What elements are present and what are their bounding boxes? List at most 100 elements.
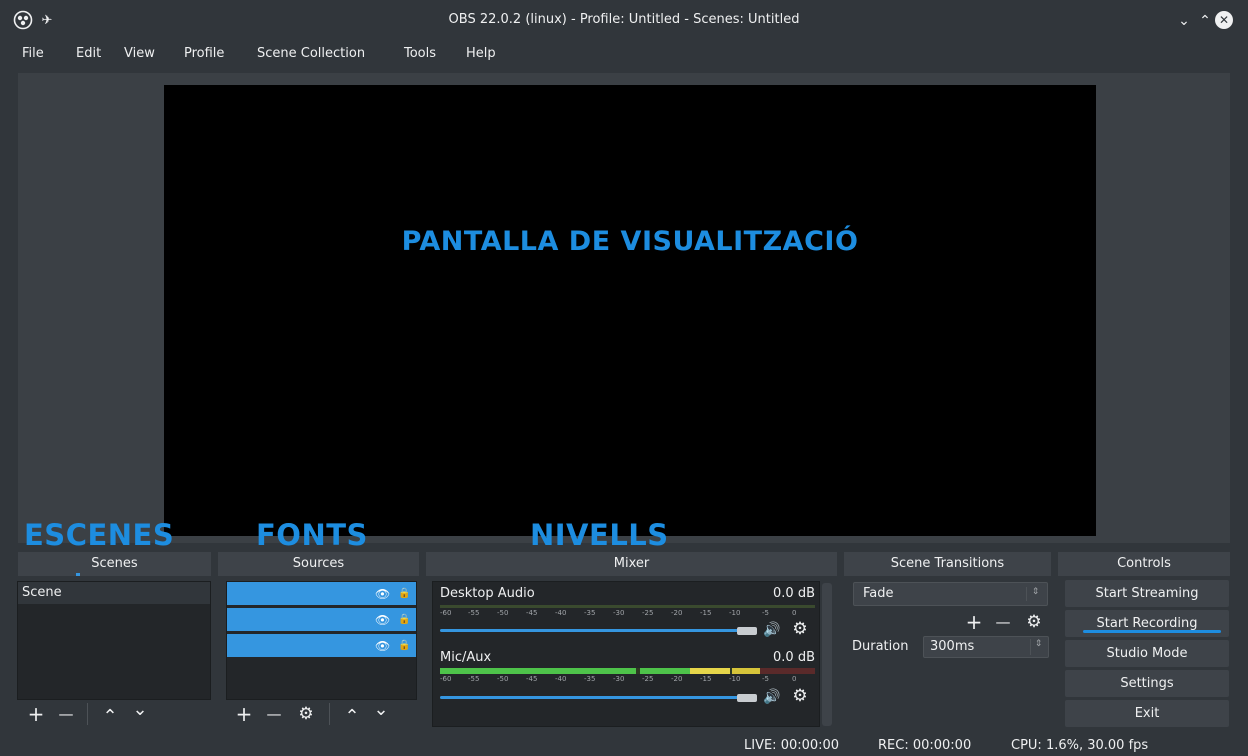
mixer-channel-name: Desktop Audio <box>440 586 535 601</box>
lock-icon[interactable]: 🔒 <box>398 582 410 606</box>
visibility-eye-icon[interactable]: 👁 <box>375 582 390 606</box>
settings-button[interactable]: Settings <box>1065 670 1229 697</box>
menu-tools[interactable]: Tools <box>402 40 438 68</box>
menu-edit[interactable]: Edit <box>74 40 103 68</box>
menu-help[interactable]: Help <box>464 40 498 68</box>
dock-title-controls: Controls <box>1117 556 1171 571</box>
chevron-down-icon[interactable]: ⌄ <box>1173 10 1195 32</box>
add-source-button[interactable]: + <box>232 700 256 728</box>
meter-tick: -20 <box>671 675 683 683</box>
speaker-icon[interactable]: 🔊 <box>762 689 782 705</box>
window-title: OBS 22.0.2 (linux) - Profile: Untitled -… <box>448 12 800 27</box>
add-scene-button[interactable]: + <box>24 700 48 728</box>
meter-tick: -60 <box>440 609 452 617</box>
meter-tick: -35 <box>584 675 596 683</box>
start-streaming-button[interactable]: Start Streaming <box>1065 580 1229 607</box>
menu-view[interactable]: View <box>122 40 157 68</box>
visibility-eye-icon[interactable]: 👁 <box>375 634 390 658</box>
source-row[interactable]: 👁 🔒 <box>227 608 416 632</box>
meter-tick: -5 <box>762 609 769 617</box>
audio-meter <box>440 668 815 674</box>
meter-tick: -20 <box>671 609 683 617</box>
transition-properties-gear-icon[interactable]: ⚙ <box>1022 608 1046 636</box>
meter-tick: -60 <box>440 675 452 683</box>
mixer-scrollbar[interactable] <box>822 583 832 726</box>
add-transition-button[interactable]: + <box>962 608 986 636</box>
toolbar-separator <box>87 703 88 725</box>
meter-scale: -60 -55 -50 -45 -40 -35 -30 -25 -20 -15 … <box>440 609 815 618</box>
toolbar-separator <box>329 703 330 725</box>
meter-tick: -50 <box>497 609 509 617</box>
speaker-icon[interactable]: 🔊 <box>762 622 782 638</box>
meter-tick: -25 <box>642 609 654 617</box>
status-rec: REC: 00:00:00 <box>878 738 972 753</box>
meter-tick: -15 <box>700 675 712 683</box>
volume-slider[interactable] <box>440 696 740 699</box>
recording-highlight-underline <box>1083 630 1221 633</box>
meter-tick: -45 <box>526 609 538 617</box>
meter-tick: -40 <box>555 675 567 683</box>
scene-list-item[interactable]: Scene <box>18 582 210 604</box>
remove-transition-button[interactable]: — <box>991 608 1015 636</box>
visibility-eye-icon[interactable]: 👁 <box>375 608 390 632</box>
move-scene-down-button[interactable]: ⌄ <box>128 696 152 724</box>
source-properties-gear-icon[interactable]: ⚙ <box>294 700 318 728</box>
meter-tick: -55 <box>468 609 480 617</box>
gear-icon[interactable]: ⚙ <box>790 688 810 705</box>
move-scene-up-button[interactable]: ⌃ <box>98 703 122 731</box>
volume-slider-handle[interactable] <box>737 694 757 702</box>
preview-canvas[interactable] <box>164 85 1096 536</box>
duration-value: 300ms <box>930 639 975 654</box>
audio-meter <box>440 605 815 608</box>
label-fonts: FONTS <box>256 518 368 547</box>
close-icon[interactable]: ✕ <box>1215 11 1233 29</box>
duration-spinbox[interactable]: 300ms ⇕ <box>923 636 1049 658</box>
dock-header-transitions: Scene Transitions <box>844 552 1051 576</box>
chevron-up-icon[interactable]: ⌃ <box>1194 10 1216 32</box>
status-live: LIVE: 00:00:00 <box>744 738 840 753</box>
duration-label: Duration <box>852 639 909 654</box>
mixer-channel-db: 0.0 dB <box>773 586 815 601</box>
move-source-down-button[interactable]: ⌄ <box>369 696 393 724</box>
menu-profile[interactable]: Profile <box>182 40 226 68</box>
meter-tick: -35 <box>584 609 596 617</box>
menu-bar: File Edit View Profile Scene Collection … <box>0 40 1248 68</box>
dock-header-sources: Sources <box>218 552 419 576</box>
mixer-channel-name: Mic/Aux <box>440 650 492 665</box>
status-cpu: CPU: 1.6%, 30.00 fps <box>1011 738 1149 753</box>
lock-icon[interactable]: 🔒 <box>398 634 410 658</box>
chevron-updown-icon: ⇕ <box>1026 587 1044 601</box>
transition-select[interactable]: Fade ⇕ <box>853 582 1048 606</box>
label-nivells: NIVELLS <box>530 518 669 547</box>
gear-icon[interactable]: ⚙ <box>790 621 810 638</box>
lock-icon[interactable]: 🔒 <box>398 608 410 632</box>
meter-tick: 0 <box>792 609 797 617</box>
dock-header-controls: Controls <box>1058 552 1230 576</box>
menu-scene-collection[interactable]: Scene Collection <box>255 40 367 68</box>
remove-scene-button[interactable]: — <box>54 700 78 728</box>
source-row[interactable]: 👁 🔒 <box>227 634 416 658</box>
volume-slider-handle[interactable] <box>737 627 757 635</box>
meter-tick: 0 <box>792 675 797 683</box>
meter-tick: -45 <box>526 675 538 683</box>
dock-title-transitions: Scene Transitions <box>890 556 1005 571</box>
exit-button[interactable]: Exit <box>1065 700 1229 727</box>
meter-tick: -55 <box>468 675 480 683</box>
meter-tick: -15 <box>700 609 712 617</box>
dock-title-sources: Sources <box>292 556 345 571</box>
move-source-up-button[interactable]: ⌃ <box>340 703 364 731</box>
dock-header-scenes: Scenes <box>18 552 211 576</box>
dock-header-mixer: Mixer <box>426 552 837 576</box>
meter-tick: -40 <box>555 609 567 617</box>
source-row[interactable]: 👁 🔒 <box>227 582 416 606</box>
menu-file[interactable]: File <box>20 40 46 68</box>
volume-slider[interactable] <box>440 629 740 632</box>
spin-arrows-icon[interactable]: ⇕ <box>1030 639 1046 655</box>
studio-mode-button[interactable]: Studio Mode <box>1065 640 1229 667</box>
remove-source-button[interactable]: — <box>262 700 286 728</box>
meter-tick: -10 <box>729 675 741 683</box>
meter-tick: -30 <box>613 609 625 617</box>
meter-tick: -5 <box>762 675 769 683</box>
preview-caption: PANTALLA DE VISUALITZACIÓ <box>401 226 859 257</box>
dock-title-mixer: Mixer <box>613 556 650 571</box>
